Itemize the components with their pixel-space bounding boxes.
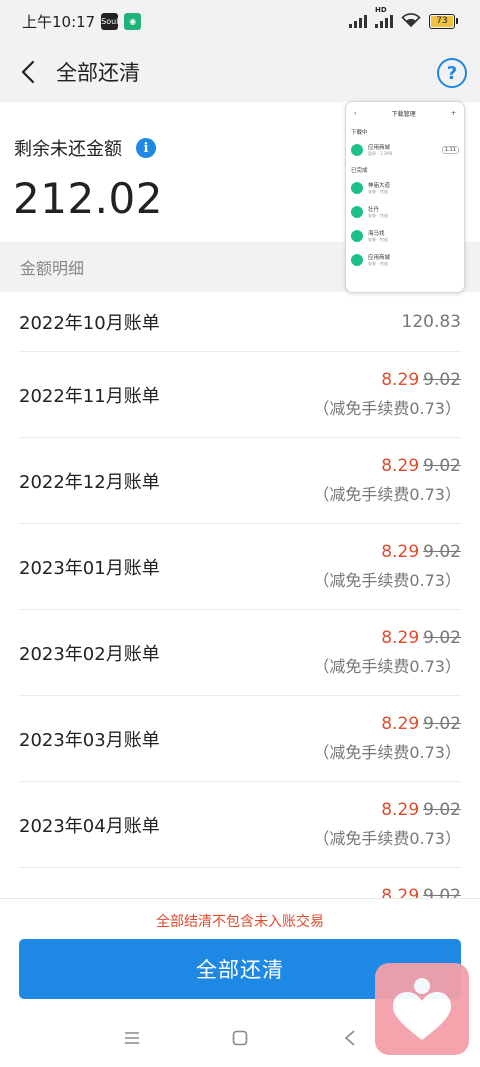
bill-fee-note: （减免手续费0.73） <box>313 485 461 504</box>
bill-row[interactable]: 2022年11月账单 8.29 9.02 （减免手续费0.73） <box>19 352 461 438</box>
menu-nav-button[interactable] <box>121 1028 143 1048</box>
back-nav-button[interactable] <box>339 1028 361 1048</box>
remaining-amount: 212.02 <box>13 174 163 223</box>
bill-month: 2022年11月账单 <box>19 385 160 407</box>
status-time: 上午10:17 <box>22 12 96 31</box>
thumb-item-name: 应用商城 <box>368 255 391 261</box>
bill-row[interactable]: 2022年12月账单 8.29 9.02 （减免手续费0.73） <box>19 438 461 524</box>
back-triangle-icon <box>344 1030 355 1046</box>
bill-original-amount: 9.02 <box>423 886 461 898</box>
bill-fee-note: （减免手续费0.73） <box>313 399 461 418</box>
app-icon <box>351 182 363 194</box>
bill-row[interactable]: 2023年01月账单 8.29 9.02 （减免手续费0.73） <box>19 524 461 610</box>
thumbnail-title: 下载管理 <box>391 110 416 118</box>
wifi-icon <box>401 12 421 31</box>
hd-label: HD <box>375 6 387 14</box>
bill-discounted-amount: 8.29 <box>381 800 420 820</box>
bill-discounted-amount: 8.29 <box>381 628 420 648</box>
back-button[interactable] <box>0 42 56 102</box>
signal-hd-icon: HD <box>375 6 393 28</box>
thumbnail-section-done: 已完成 <box>351 168 368 174</box>
bill-month: 2023年02月账单 <box>19 643 160 665</box>
thumbnail-add-icon: + <box>450 109 456 117</box>
heart-person-icon <box>393 978 451 1040</box>
thumb-item-meta: 安装 · 完成 <box>368 261 388 266</box>
bill-discounted-amount: 8.29 <box>381 370 420 390</box>
chat-app-icon: ◉ <box>124 12 142 30</box>
app-icon <box>351 206 363 218</box>
back-arrow-icon <box>21 60 35 84</box>
thumbnail-download-row: 应用商城 暂停 · 1.1MB 1.11 <box>346 138 464 162</box>
bill-fee-note: （减免手续费0.73） <box>313 657 461 676</box>
bill-month: 2022年12月账单 <box>19 471 160 493</box>
soul-app-icon: Soul <box>101 12 118 30</box>
thumb-item-name: 海马找 <box>368 231 385 237</box>
bill-original-amount: 9.02 <box>423 456 461 476</box>
thumbnail-section-downloading: 下载中 <box>351 130 368 136</box>
thumbnail-done-row: 壮丹 安装 · 完成 <box>346 200 464 224</box>
status-bar: 上午10:17 Soul ◉ HD 73 <box>0 0 480 42</box>
settlement-notice: 全部结清不包含未入账交易 <box>156 914 324 930</box>
bill-discounted-amount: 8.29 <box>381 456 420 476</box>
menu-icon <box>125 1032 139 1044</box>
bill-discounted-amount: 8.29 <box>381 542 420 562</box>
remaining-label: 剩余未还金额 <box>14 139 122 160</box>
thumb-item-name: 壮丹 <box>368 207 380 213</box>
question-circle-icon: ? <box>446 62 458 84</box>
bill-fee-note: （减免手续费0.73） <box>313 571 461 590</box>
thumbnail-done-row: 应用商城 安装 · 完成 <box>346 248 464 272</box>
help-button[interactable]: ? <box>437 58 467 88</box>
bill-discounted-amount: 8.29 <box>381 886 420 898</box>
signal-icon <box>349 14 367 28</box>
thumb-item-name: 应用商城 <box>368 145 391 151</box>
home-square-icon <box>232 1030 248 1046</box>
nav-bar: 全部还清 ? <box>0 42 480 102</box>
bill-amount: 120.83 <box>401 311 461 332</box>
thumbnail-done-row: 神庙大道 安装 · 完成 <box>346 176 464 200</box>
app-icon <box>351 230 363 242</box>
app-icon <box>351 254 363 266</box>
floating-heart-widget[interactable] <box>375 963 469 1055</box>
thumbnail-header: ‹ 下载管理 + <box>346 102 464 124</box>
bill-original-amount: 9.02 <box>423 800 461 820</box>
thumb-item-meta: 安装 · 完成 <box>368 237 388 242</box>
bill-original-amount: 9.02 <box>423 714 461 734</box>
thumb-item-meta: 安装 · 完成 <box>368 189 388 194</box>
home-nav-button[interactable] <box>229 1028 251 1048</box>
thumb-item-action: 1.11 <box>441 146 459 154</box>
bill-fee-note: （减免手续费0.73） <box>313 829 461 848</box>
bill-discounted-amount: 8.29 <box>381 714 420 734</box>
bill-row[interactable]: 2022年10月账单 120.83 <box>19 292 461 352</box>
thumbnail-done-row: 海马找 安装 · 完成 <box>346 224 464 248</box>
bill-fee-note: （减免手续费0.73） <box>313 743 461 762</box>
battery-icon: 73 <box>429 13 458 29</box>
bill-row[interactable]: 2023年03月账单 8.29 9.02 （减免手续费0.73） <box>19 696 461 782</box>
bill-month: 2023年01月账单 <box>19 557 160 579</box>
bill-original-amount: 9.02 <box>423 542 461 562</box>
thumb-item-meta: 暂停 · 1.1MB <box>368 151 393 156</box>
thumb-item-name: 神庙大道 <box>368 183 391 189</box>
bill-month: 2022年10月账单 <box>19 312 160 334</box>
bill-list[interactable]: 2022年10月账单 120.83 2022年11月账单 8.29 9.02 （减… <box>0 292 480 898</box>
thumbnail-back-icon: ‹ <box>354 109 357 117</box>
battery-level: 73 <box>431 15 453 27</box>
bill-original-amount: 9.02 <box>423 370 461 390</box>
bill-original-amount: 9.02 <box>423 628 461 648</box>
bill-month: 2023年04月账单 <box>19 815 160 837</box>
recent-app-thumbnail[interactable]: ‹ 下载管理 + 下载中 应用商城 暂停 · 1.1MB 1.11 已完成 神庙大… <box>345 101 465 293</box>
app-icon <box>351 144 363 156</box>
bill-row[interactable]: 2023年02月账单 8.29 9.02 （减免手续费0.73） <box>19 610 461 696</box>
info-icon[interactable]: i <box>136 138 156 158</box>
remaining-label-row: 剩余未还金额 i <box>14 135 156 161</box>
bill-row[interactable]: 8.29 9.02 <box>19 868 461 898</box>
bill-month: 2023年03月账单 <box>19 729 160 751</box>
bill-row[interactable]: 2023年04月账单 8.29 9.02 （减免手续费0.73） <box>19 782 461 868</box>
page-title: 全部还清 <box>56 61 140 85</box>
thumb-item-meta: 安装 · 完成 <box>368 213 388 218</box>
